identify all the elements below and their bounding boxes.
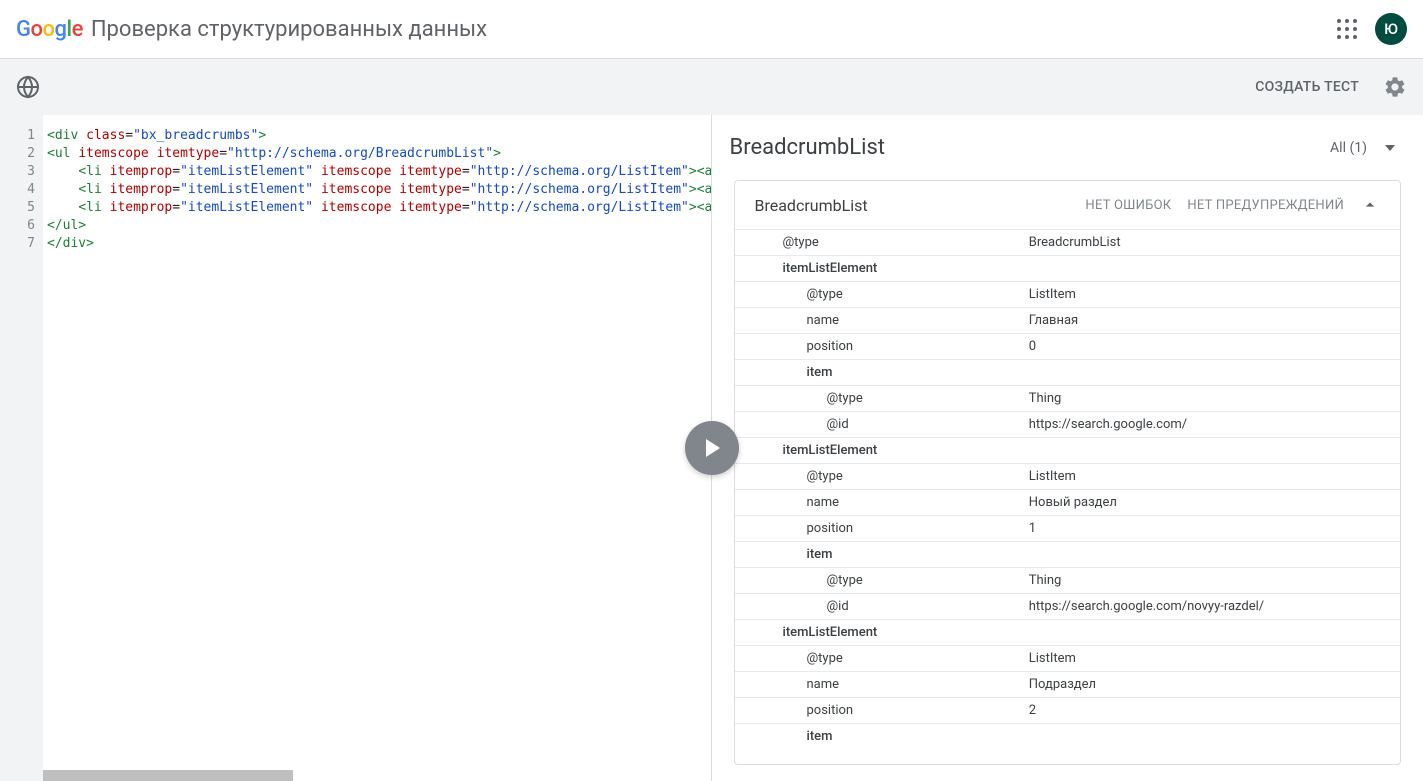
property-key: name — [747, 313, 1029, 328]
property-value: Главная — [1029, 313, 1388, 328]
property-row[interactable]: @idhttps://search.google.com/novyy-razde… — [735, 593, 1401, 619]
run-test-button[interactable] — [685, 421, 739, 475]
property-key: @type — [747, 235, 1029, 250]
code-line[interactable]: <div class="bx_breadcrumbs"> — [43, 127, 711, 145]
property-key: itemListElement — [747, 443, 1029, 458]
gear-icon[interactable] — [1383, 75, 1407, 99]
dropdown-icon — [1385, 145, 1395, 151]
line-number: 2 — [0, 145, 43, 163]
property-value: 2 — [1029, 703, 1388, 718]
property-value: 1 — [1029, 521, 1388, 536]
property-key: item — [747, 729, 1029, 744]
property-row[interactable]: nameНовый раздел — [735, 489, 1401, 515]
property-row[interactable]: itemListElement — [735, 437, 1401, 463]
property-row[interactable]: position1 — [735, 515, 1401, 541]
toolbar: СОЗДАТЬ ТЕСТ — [0, 59, 1423, 115]
property-row[interactable]: @idhttps://search.google.com/ — [735, 411, 1401, 437]
line-number: 1 — [0, 127, 43, 145]
property-value: Thing — [1029, 391, 1388, 406]
property-key: itemListElement — [747, 625, 1029, 640]
property-row[interactable]: @typeListItem — [735, 281, 1401, 307]
result-card: BreadcrumbList НЕТ ОШИБОК НЕТ ПРЕДУПРЕЖД… — [734, 180, 1402, 765]
code-line[interactable]: </div> — [43, 235, 711, 253]
property-key: position — [747, 521, 1029, 536]
property-key: @type — [747, 651, 1029, 666]
property-row[interactable]: @typeBreadcrumbList — [735, 229, 1401, 255]
property-value: ListItem — [1029, 469, 1388, 484]
no-errors-label: НЕТ ОШИБОК — [1085, 198, 1171, 213]
filter-label: All (1) — [1330, 140, 1367, 156]
no-warnings-label: НЕТ ПРЕДУПРЕЖДЕНИЙ — [1187, 198, 1344, 213]
property-key: @type — [747, 573, 1029, 588]
property-row[interactable]: @typeListItem — [735, 463, 1401, 489]
filter-dropdown[interactable]: All (1) — [1330, 140, 1395, 156]
property-key: itemListElement — [747, 261, 1029, 276]
main-split: 1234567 <div class="bx_breadcrumbs"><ul … — [0, 115, 1423, 781]
property-row[interactable]: @typeThing — [735, 567, 1401, 593]
property-key: name — [747, 495, 1029, 510]
properties-table: @typeBreadcrumbListitemListElement@typeL… — [735, 229, 1401, 749]
horizontal-scrollbar[interactable] — [43, 770, 293, 781]
line-gutter: 1234567 — [0, 115, 43, 781]
property-key: item — [747, 547, 1029, 562]
property-value: ListItem — [1029, 287, 1388, 302]
line-number: 6 — [0, 217, 43, 235]
property-row[interactable]: nameПодраздел — [735, 671, 1401, 697]
property-row[interactable]: position2 — [735, 697, 1401, 723]
property-key: @id — [747, 599, 1029, 614]
code-editor[interactable]: <div class="bx_breadcrumbs"><ul itemscop… — [43, 115, 711, 781]
code-line[interactable]: </ul> — [43, 217, 711, 235]
property-row[interactable]: item — [735, 359, 1401, 385]
property-value: Thing — [1029, 573, 1388, 588]
results-header: BreadcrumbList All (1) — [712, 115, 1423, 180]
globe-icon[interactable] — [16, 75, 40, 99]
property-key: position — [747, 339, 1029, 354]
property-key: item — [747, 365, 1029, 380]
property-value: Подраздел — [1029, 677, 1388, 692]
results-pane: BreadcrumbList All (1) BreadcrumbList НЕ… — [712, 115, 1423, 781]
line-number: 5 — [0, 199, 43, 217]
property-key: @type — [747, 469, 1029, 484]
card-title: BreadcrumbList — [755, 196, 868, 215]
property-key: name — [747, 677, 1029, 692]
create-test-button[interactable]: СОЗДАТЬ ТЕСТ — [1255, 79, 1359, 95]
app-header: Google Проверка структурированных данных… — [0, 0, 1423, 59]
property-value: ListItem — [1029, 651, 1388, 666]
property-row[interactable]: @typeThing — [735, 385, 1401, 411]
app-title: Проверка структурированных данных — [91, 17, 487, 42]
property-value: https://search.google.com/novyy-razdel/ — [1029, 599, 1388, 614]
property-value: https://search.google.com/ — [1029, 417, 1388, 432]
code-line[interactable]: <ul itemscope itemtype="http://schema.or… — [43, 145, 711, 163]
apps-icon[interactable] — [1335, 17, 1359, 41]
card-header[interactable]: BreadcrumbList НЕТ ОШИБОК НЕТ ПРЕДУПРЕЖД… — [735, 181, 1401, 229]
code-pane: 1234567 <div class="bx_breadcrumbs"><ul … — [0, 115, 712, 781]
property-value: BreadcrumbList — [1029, 235, 1388, 250]
line-number: 4 — [0, 181, 43, 199]
play-icon — [706, 439, 720, 457]
property-row[interactable]: itemListElement — [735, 255, 1401, 281]
property-row[interactable]: itemListElement — [735, 619, 1401, 645]
property-row[interactable]: nameГлавная — [735, 307, 1401, 333]
property-row[interactable]: position0 — [735, 333, 1401, 359]
property-value: Новый раздел — [1029, 495, 1388, 510]
property-row[interactable]: item — [735, 541, 1401, 567]
chevron-up-icon — [1360, 195, 1380, 215]
property-key: @type — [747, 287, 1029, 302]
property-row[interactable]: @typeListItem — [735, 645, 1401, 671]
line-number: 3 — [0, 163, 43, 181]
property-key: @type — [747, 391, 1029, 406]
code-line[interactable]: <li itemprop="itemListElement" itemscope… — [43, 199, 711, 217]
line-number: 7 — [0, 235, 43, 253]
code-line[interactable]: <li itemprop="itemListElement" itemscope… — [43, 181, 711, 199]
property-value: 0 — [1029, 339, 1388, 354]
property-key: position — [747, 703, 1029, 718]
results-title: BreadcrumbList — [730, 135, 886, 160]
user-avatar[interactable]: Ю — [1375, 13, 1407, 45]
google-logo[interactable]: Google — [16, 17, 83, 42]
property-row[interactable]: item — [735, 723, 1401, 749]
code-line[interactable]: <li itemprop="itemListElement" itemscope… — [43, 163, 711, 181]
property-key: @id — [747, 417, 1029, 432]
